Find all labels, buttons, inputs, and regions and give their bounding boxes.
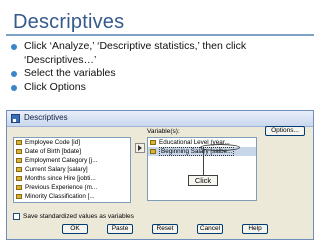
descriptives-dialog: Descriptives Employee Code [id] Date of … [6, 110, 314, 240]
variable-icon [16, 167, 22, 172]
bullet-list: Click ‘Analyze,’ ‘Descriptive statistics… [10, 40, 310, 94]
source-variable-list[interactable]: Employee Code [id] Date of Birth [bdate]… [13, 137, 131, 203]
dialog-titlebar[interactable]: Descriptives [7, 111, 313, 127]
options-button[interactable]: Options... [265, 126, 305, 136]
click-callout: Click [188, 175, 218, 186]
variable-icon [16, 194, 22, 199]
save-standardized-label: Save standardized values as variables [23, 213, 134, 220]
cancel-button[interactable]: Cancel [197, 224, 223, 234]
variable-icon [16, 158, 22, 163]
variable-icon [16, 185, 22, 190]
variable-icon [16, 140, 22, 145]
list-item[interactable]: Months since Hire [jobti... [14, 174, 130, 183]
slide-title: Descriptives [13, 11, 125, 33]
list-item[interactable]: Employment Category [j... [14, 156, 130, 165]
help-button[interactable]: Help [242, 224, 268, 234]
annotation-highlight [200, 144, 240, 151]
bullet-item: Click ‘Analyze,’ ‘Descriptive statistics… [10, 40, 310, 67]
list-item[interactable]: Current Salary [salary] [14, 165, 130, 174]
bullet-item: Click Options [10, 81, 310, 95]
save-standardized-checkbox[interactable] [13, 213, 20, 220]
list-item[interactable]: Previous Experience (m... [14, 183, 130, 192]
annotation-pointer [203, 148, 204, 175]
variable-icon [150, 140, 156, 145]
variable-icon [16, 149, 22, 154]
variables-label: Variable(s): [147, 128, 180, 135]
reset-button[interactable]: Reset [152, 224, 178, 234]
title-underline [6, 34, 314, 36]
list-item[interactable]: Minority Classification [... [14, 192, 130, 201]
paste-button[interactable]: Paste [107, 224, 133, 234]
ok-button[interactable]: OK [62, 224, 88, 234]
variable-icon [16, 176, 22, 181]
bullet-dot-icon [11, 84, 17, 91]
variable-icon [150, 149, 156, 154]
bullet-dot-icon [11, 71, 17, 77]
list-item[interactable]: Employee Code [id] [14, 138, 130, 147]
move-arrow-icon[interactable] [135, 143, 145, 153]
bullet-item: Select the variables [10, 67, 310, 81]
dialog-title: Descriptives [24, 113, 68, 122]
bullet-dot-icon [11, 44, 17, 50]
list-item[interactable]: Date of Birth [bdate] [14, 147, 130, 156]
dialog-icon [11, 114, 20, 123]
